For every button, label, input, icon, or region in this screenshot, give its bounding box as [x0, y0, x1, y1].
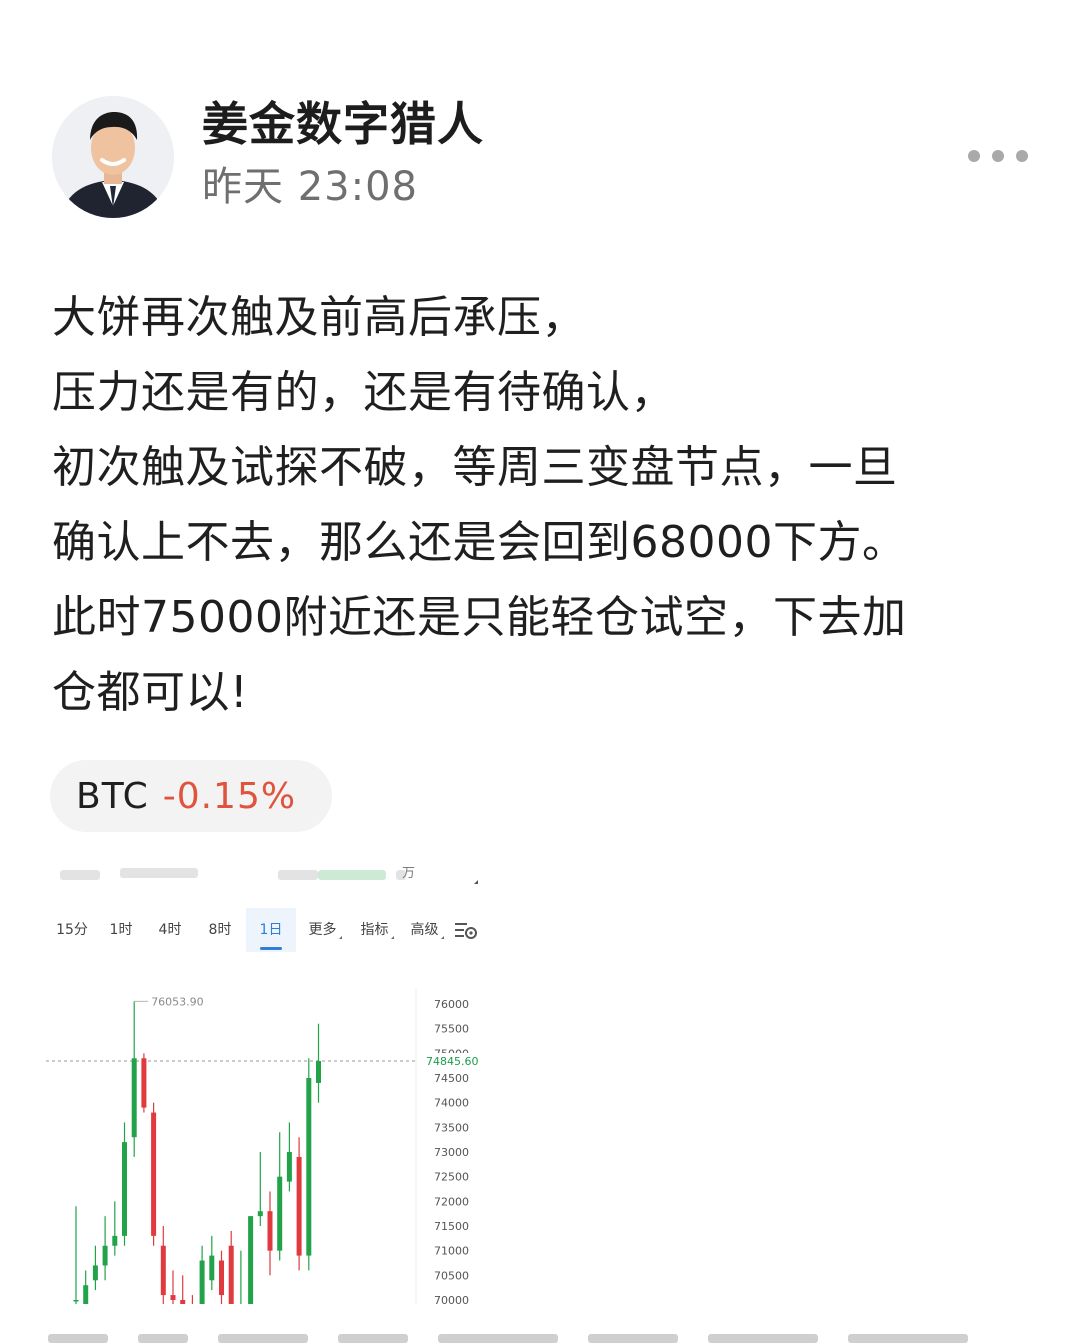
- tab-label: 指标: [360, 922, 389, 938]
- person-portrait-icon: [52, 96, 174, 218]
- screenshot-header-blurred: 万: [46, 858, 488, 888]
- candle-up: [92, 1265, 98, 1281]
- y-tick-label: 73500: [434, 1121, 469, 1134]
- ticker-symbol: BTC: [76, 775, 149, 817]
- y-tick-label: 71500: [434, 1220, 469, 1233]
- active-tab-indicator: [260, 947, 282, 950]
- post-text-line: 大饼再次触及前高后承压，: [52, 292, 586, 343]
- chart-screenshot[interactable]: 万 15分 1时 4时 8时 1日 更多 指标 高级 7600075500750…: [46, 858, 488, 1304]
- chart-svg: 7600075500750007450074000735007300072500…: [46, 988, 480, 1304]
- candle-up: [209, 1255, 215, 1281]
- candle-up: [122, 1142, 127, 1236]
- tab-label: 4时: [158, 922, 182, 938]
- y-tick-label: 75500: [434, 1023, 469, 1036]
- tab-1h[interactable]: 1时: [98, 908, 144, 952]
- dropdown-caret-icon: [338, 936, 342, 939]
- candle-down: [296, 1156, 302, 1256]
- candle-up: [306, 1078, 312, 1256]
- candle-down: [219, 1260, 224, 1296]
- y-tick-label: 73000: [434, 1146, 469, 1159]
- candle-up: [316, 1060, 321, 1083]
- tab-advanced[interactable]: 高级: [402, 908, 452, 952]
- tab-label: 更多: [308, 922, 337, 938]
- candle-up: [248, 1216, 254, 1304]
- candle-up: [131, 1058, 137, 1138]
- tab-1d[interactable]: 1日: [246, 908, 296, 952]
- tab-label: 1日: [259, 922, 283, 938]
- candle-up: [257, 1211, 263, 1217]
- post-header: 姜金数字猎人 昨天 23:08: [52, 96, 1042, 220]
- post-text-line: 压力还是有的，还是有待确认，: [52, 367, 675, 418]
- author-name[interactable]: 姜金数字猎人: [202, 96, 484, 152]
- tab-more[interactable]: 更多: [300, 908, 350, 952]
- candle-down: [170, 1295, 176, 1300]
- post-text-line: 仓都可以!: [52, 667, 249, 718]
- candle-up: [286, 1152, 292, 1182]
- current-price-label: 74845.60: [426, 1055, 479, 1068]
- candlestick-chart[interactable]: 7600075500750007450074000735007300072500…: [46, 988, 488, 1304]
- author-avatar[interactable]: [52, 96, 174, 218]
- y-tick-label: 76000: [434, 998, 469, 1011]
- y-tick-label: 72500: [434, 1171, 469, 1184]
- candle-down: [141, 1058, 147, 1108]
- timeframe-bar: 15分 1时 4时 8时 1日 更多 指标 高级: [46, 908, 488, 952]
- candle-down: [151, 1112, 157, 1236]
- y-tick-label: 70000: [434, 1294, 469, 1304]
- dropdown-caret-icon: [440, 936, 444, 939]
- tab-label: 高级: [410, 922, 439, 938]
- candle-down: [160, 1245, 166, 1296]
- post-text-line: 此时75000附近还是只能轻仓试空，下去加: [52, 592, 907, 643]
- tab-4h[interactable]: 4时: [146, 908, 194, 952]
- screenshot-header-text: 万: [402, 866, 416, 881]
- candle-up: [277, 1176, 283, 1251]
- candle-down: [267, 1211, 273, 1251]
- y-tick-label: 70500: [434, 1269, 469, 1282]
- high-price-label: 76053.90: [151, 995, 204, 1008]
- y-tick-label: 72000: [434, 1195, 469, 1208]
- post-text-line: 确认上不去，那么还是会回到68000下方。: [52, 517, 907, 568]
- candle-up: [102, 1245, 108, 1266]
- tab-label: 8时: [208, 922, 232, 938]
- candle-down: [228, 1245, 234, 1304]
- candle-up: [112, 1235, 118, 1246]
- dropdown-caret-icon: [390, 936, 394, 939]
- next-line-cutoff: [48, 1330, 978, 1343]
- post-content: 大饼再次触及前高后承压， 压力还是有的，还是有待确认， 初次触及试探不破，等周三…: [52, 280, 1042, 730]
- ticker-chip[interactable]: BTC -0.15%: [50, 760, 332, 832]
- tab-8h[interactable]: 8时: [196, 908, 244, 952]
- chart-settings-icon[interactable]: [454, 920, 478, 940]
- tab-15m[interactable]: 15分: [48, 908, 96, 952]
- tab-label: 15分: [56, 922, 88, 938]
- tab-indicators[interactable]: 指标: [352, 908, 402, 952]
- y-tick-label: 71000: [434, 1245, 469, 1258]
- y-tick-label: 74500: [434, 1072, 469, 1085]
- candle-up: [83, 1285, 89, 1304]
- more-dots-icon[interactable]: [968, 146, 1028, 166]
- y-tick-label: 74000: [434, 1097, 469, 1110]
- ticker-change: -0.15%: [162, 775, 297, 817]
- post-timestamp: 昨天 23:08: [202, 164, 418, 210]
- candle-up: [199, 1260, 205, 1304]
- caret-icon: [474, 880, 478, 884]
- candle-down: [180, 1300, 186, 1304]
- candle-up: [73, 1300, 79, 1302]
- tab-label: 1时: [109, 922, 133, 938]
- post-text-line: 初次触及试探不破，等周三变盘节点，一旦: [52, 442, 898, 493]
